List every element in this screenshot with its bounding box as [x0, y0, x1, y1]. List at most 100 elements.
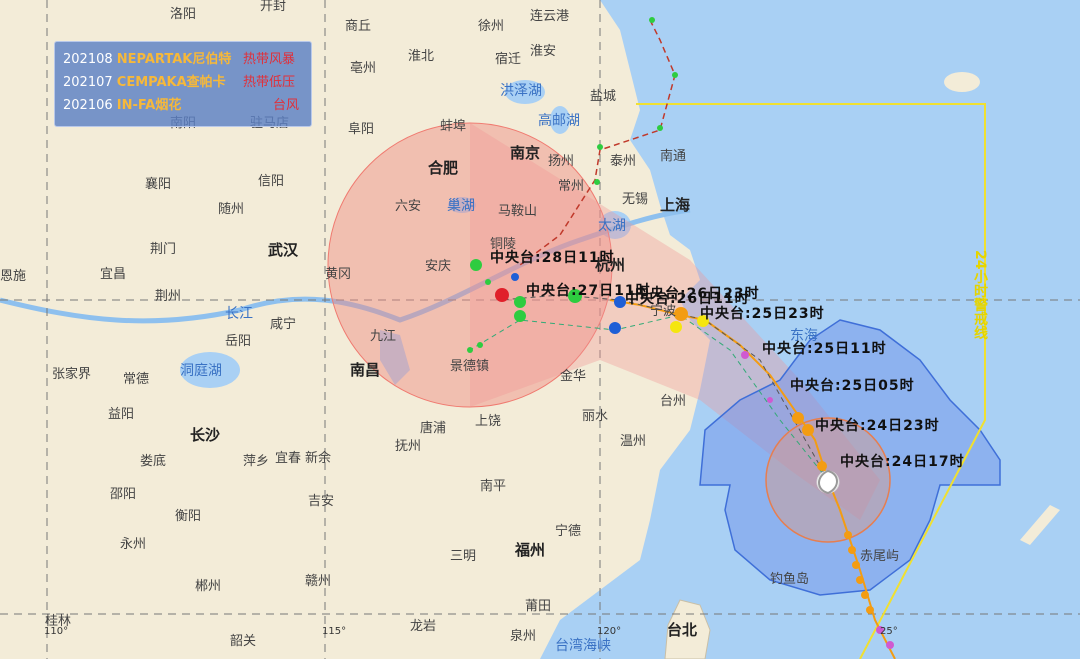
city-label: 常德 — [123, 372, 149, 387]
city-label: 连云港 — [530, 8, 569, 24]
track-point — [672, 72, 678, 78]
track-point — [477, 342, 483, 348]
city-label: 淮安 — [530, 44, 556, 59]
track-point — [767, 397, 773, 403]
city-label: 泰州 — [610, 154, 636, 169]
city-label: 莆田 — [525, 599, 551, 614]
city-label: 邵阳 — [110, 487, 136, 502]
legend-row: 202106 IN-FA烟花 台风 — [63, 96, 299, 116]
city-label: 盐城 — [590, 89, 616, 104]
city-label: 随州 — [218, 202, 244, 217]
track-point — [609, 322, 621, 334]
forecast-label-26-11: 中央台:26日11时 — [625, 290, 750, 307]
track-point — [511, 273, 519, 281]
city-wuhan: 武汉 — [268, 241, 299, 259]
forecast-label-24-23: 中央台:24日23时 — [815, 417, 940, 434]
track-point — [514, 296, 526, 308]
city-label: 蚌埠 — [440, 119, 466, 134]
city-shanghai: 上海 — [660, 196, 690, 214]
city-label: 永州 — [120, 537, 146, 552]
forecast-label-25-11: 中央台:25日11时 — [762, 340, 887, 357]
island-chiwei: 赤尾屿 — [860, 549, 899, 564]
track-point — [495, 288, 509, 302]
city-label: 商丘 — [345, 19, 371, 34]
forecast-label-25-23: 中央台:25日23时 — [700, 305, 825, 322]
legend-status: 台风 — [273, 98, 300, 113]
city-label: 淮北 — [408, 49, 434, 64]
city-label: 泉州 — [510, 628, 536, 644]
city-label: 台州 — [660, 394, 686, 409]
city-label: 抚州 — [395, 439, 421, 454]
track-point — [657, 125, 663, 131]
degree-115: 115° — [322, 626, 346, 637]
city-changsha: 长沙 — [190, 426, 220, 444]
track-point — [866, 606, 874, 614]
city-label: 温州 — [620, 434, 646, 449]
city-label: 宜春 — [275, 451, 301, 466]
typhoon-eye-icon — [816, 469, 840, 495]
island-diaoyu: 钓鱼岛 — [770, 571, 809, 587]
city-label: 新余 — [305, 450, 331, 466]
warning-line-label: 24小时警戒线 — [972, 250, 988, 341]
city-label: 九江 — [370, 329, 396, 344]
track-point — [470, 259, 482, 271]
city-label: 景德镇 — [450, 359, 489, 374]
degree-120: 120° — [597, 626, 621, 637]
legend-name: IN-FA烟花 — [116, 98, 182, 113]
city-label: 荆州 — [155, 288, 181, 304]
city-label: 宜昌 — [100, 267, 126, 282]
water-hongze: 洪泽湖 — [500, 83, 542, 99]
water-gaoyou: 高邮湖 — [538, 112, 580, 129]
legend-code: 202108 — [63, 52, 113, 67]
city-label: 萍乡 — [243, 454, 269, 469]
city-label: 龙岩 — [410, 619, 436, 634]
legend-name: CEMPAKA查帕卡 — [116, 75, 226, 90]
track-point — [886, 641, 894, 649]
track-point — [802, 424, 814, 436]
degree-110: 110° — [44, 626, 68, 637]
city-label: 三明 — [450, 549, 476, 564]
city-label: 南平 — [480, 478, 506, 494]
track-point — [817, 461, 827, 471]
city-label: 常州 — [558, 179, 584, 194]
city-label: 恩施 — [0, 269, 26, 284]
water-taihu: 太湖 — [598, 218, 626, 234]
city-label: 郴州 — [195, 579, 221, 594]
city-label: 宿迁 — [495, 51, 521, 67]
water-chaohu: 巢湖 — [447, 198, 475, 214]
storm-legend: 202108 NEPARTAK尼伯特 热带风暴 202107 CEMPAKA查帕… — [54, 41, 312, 127]
city-label: 赣州 — [305, 574, 331, 589]
legend-row: 202107 CEMPAKA查帕卡 热带低压 — [63, 73, 295, 93]
city-label: 益阳 — [108, 407, 134, 422]
legend-name: NEPARTAK尼伯特 — [116, 52, 232, 67]
track-point — [792, 412, 804, 424]
city-label: 马鞍山 — [498, 203, 537, 219]
city-label: 金华 — [560, 368, 586, 384]
track-point — [597, 144, 603, 150]
city-label: 开封 — [260, 0, 286, 14]
track-point — [594, 179, 600, 185]
city-label: 荆门 — [150, 241, 176, 257]
city-label: 娄底 — [140, 453, 166, 469]
city-label: 洛阳 — [170, 7, 196, 22]
city-label: 张家界 — [52, 366, 91, 382]
city-label: 阜阳 — [348, 121, 374, 137]
track-point — [514, 310, 526, 322]
city-nanchang: 南昌 — [350, 361, 380, 379]
track-point — [848, 546, 856, 554]
city-label: 吉安 — [308, 494, 334, 509]
city-label: 丽水 — [582, 409, 608, 424]
city-label: 安庆 — [425, 259, 451, 274]
legend-status: 热带低压 — [243, 75, 296, 90]
track-point — [467, 347, 473, 353]
city-label: 南通 — [660, 148, 686, 164]
forecast-label-24-17: 中央台:24日17时 — [840, 453, 965, 470]
city-label: 信阳 — [258, 174, 284, 189]
city-label: 上饶 — [475, 414, 501, 429]
track-point — [856, 576, 864, 584]
city-label: 宁德 — [555, 523, 581, 539]
city-label: 衡阳 — [175, 509, 201, 524]
city-label: 咸宁 — [270, 316, 296, 332]
track-point — [741, 351, 749, 359]
legend-code: 202107 — [63, 75, 113, 90]
